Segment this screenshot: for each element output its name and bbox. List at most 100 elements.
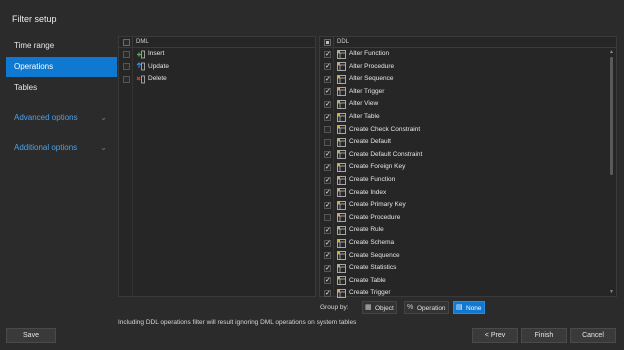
- ddl-item-checkbox[interactable]: [324, 126, 331, 134]
- ddl-item-label: Alter Sequence: [349, 75, 394, 83]
- function-icon: [337, 175, 346, 185]
- ddl-scrollbar[interactable]: ▲ ▼: [607, 48, 616, 296]
- alter-procedure-icon: [337, 62, 346, 71]
- ddl-list-item[interactable]: Create Procedure: [320, 212, 616, 225]
- table-icon: [337, 276, 346, 286]
- alter-sequence-icon: [337, 74, 346, 84]
- ddl-list-item[interactable]: Alter Trigger: [320, 86, 616, 99]
- group-by-operation-button[interactable]: % Operation: [404, 301, 449, 314]
- dml-item-checkbox[interactable]: [123, 63, 130, 71]
- delete-icon: [136, 75, 145, 84]
- dml-header: DML: [119, 37, 315, 48]
- dml-select-all-checkbox[interactable]: [123, 39, 130, 46]
- ddl-item-checkbox[interactable]: [324, 226, 331, 234]
- sidebar-item-time-range[interactable]: Time range: [6, 36, 117, 56]
- ddl-item-checkbox[interactable]: [324, 113, 331, 121]
- rule-icon: [337, 225, 346, 235]
- ddl-item-checkbox[interactable]: [324, 138, 331, 146]
- ddl-item-checkbox[interactable]: [324, 75, 331, 83]
- ddl-item-label: Create Foreign Key: [349, 163, 406, 171]
- ddl-item-checkbox[interactable]: [324, 100, 331, 108]
- foreign-key-icon: [337, 162, 346, 172]
- ddl-item-checkbox[interactable]: [324, 264, 331, 272]
- procedure-icon: [337, 213, 346, 223]
- ddl-list-item[interactable]: Create Index: [320, 187, 616, 200]
- finish-button[interactable]: Finish: [521, 328, 567, 343]
- additional-options-section[interactable]: Additional options ⌄: [6, 138, 117, 158]
- scroll-down-icon[interactable]: ▼: [607, 288, 616, 296]
- ddl-item-label: Create Function: [349, 176, 396, 183]
- ddl-list-item[interactable]: Create Check Constraint: [320, 124, 616, 137]
- ddl-item-checkbox[interactable]: [324, 276, 331, 285]
- chevron-down-icon: ⌄: [100, 113, 107, 122]
- ddl-item-checkbox[interactable]: [324, 251, 331, 260]
- ddl-list-item[interactable]: Create Function: [320, 174, 616, 187]
- dml-item-label: Delete: [148, 75, 167, 83]
- scroll-thumb[interactable]: [610, 57, 613, 175]
- alter-table-icon: [337, 112, 346, 122]
- ddl-item-checkbox[interactable]: [324, 289, 331, 297]
- ddl-list-item[interactable]: Create Default Constraint: [320, 149, 616, 162]
- sequence-icon: [337, 251, 346, 260]
- ddl-list-item[interactable]: Create Schema: [320, 237, 616, 250]
- ddl-item-checkbox[interactable]: [324, 201, 331, 209]
- ddl-list-item[interactable]: Alter Table: [320, 111, 616, 124]
- ddl-list-item[interactable]: Alter Procedure: [320, 61, 616, 74]
- sidebar-item-operations[interactable]: Operations: [6, 57, 117, 77]
- operation-icon: %: [407, 304, 414, 311]
- ddl-item-checkbox[interactable]: [324, 239, 331, 247]
- ddl-item-checkbox[interactable]: [324, 50, 331, 58]
- ddl-item-checkbox[interactable]: [324, 150, 331, 159]
- group-by-none-button[interactable]: ▤ None: [453, 301, 485, 314]
- default-icon: [337, 137, 346, 147]
- advanced-options-label: Advanced options: [14, 113, 78, 122]
- ddl-list-item[interactable]: Create Primary Key: [320, 199, 616, 212]
- ddl-list-item[interactable]: Create Rule: [320, 224, 616, 237]
- ddl-item-label: Create Rule: [349, 226, 384, 234]
- ddl-list-item[interactable]: Alter Sequence: [320, 73, 616, 86]
- ddl-item-checkbox[interactable]: [324, 188, 331, 197]
- save-button[interactable]: Save: [6, 328, 56, 343]
- none-icon: ▤: [456, 304, 463, 311]
- ddl-item-label: Create Procedure: [349, 213, 401, 221]
- ddl-list-item[interactable]: Create Statistics: [320, 262, 616, 275]
- ddl-list-item[interactable]: Create Sequence: [320, 250, 616, 263]
- primary-key-icon: [337, 200, 346, 210]
- ddl-item-label: Create Table: [349, 276, 386, 284]
- ddl-item-checkbox[interactable]: [324, 62, 331, 71]
- group-by-object-button[interactable]: ▦ Object: [362, 301, 397, 314]
- statistics-icon: [337, 263, 346, 273]
- ddl-item-checkbox[interactable]: [324, 163, 331, 171]
- dml-item-checkbox[interactable]: [123, 75, 130, 83]
- sidebar-item-tables[interactable]: Tables: [6, 78, 117, 98]
- ddl-item-checkbox[interactable]: [324, 87, 331, 96]
- scroll-up-icon[interactable]: ▲: [607, 48, 616, 56]
- index-icon: [337, 188, 346, 197]
- alter-function-icon: [337, 49, 346, 59]
- insert-icon: [136, 50, 145, 59]
- ddl-list-item[interactable]: Create Foreign Key: [320, 161, 616, 174]
- ddl-item-label: Create Statistics: [349, 264, 397, 272]
- dml-item-checkbox[interactable]: [123, 50, 130, 58]
- ddl-list-item[interactable]: Create Default: [320, 136, 616, 149]
- ddl-item-label: Alter View: [349, 100, 379, 108]
- ddl-item-checkbox[interactable]: [324, 176, 331, 184]
- sidebar: Time range Operations Tables Advanced op…: [6, 36, 117, 158]
- dml-list-item[interactable]: Insert: [119, 48, 315, 61]
- ddl-list-item[interactable]: Alter View: [320, 98, 616, 111]
- ddl-item-checkbox[interactable]: [324, 214, 331, 222]
- schema-icon: [337, 238, 346, 248]
- ddl-item-label: Create Check Constraint: [349, 125, 421, 133]
- dml-list-item[interactable]: Update: [119, 61, 315, 74]
- dml-list-item[interactable]: Delete: [119, 73, 315, 86]
- window-title: Filter setup: [12, 14, 57, 24]
- advanced-options-section[interactable]: Advanced options ⌄: [6, 108, 117, 128]
- ddl-list-item[interactable]: Alter Function: [320, 48, 616, 61]
- ddl-header-label: DDL: [337, 39, 350, 45]
- ddl-list-item[interactable]: Create Table: [320, 275, 616, 288]
- additional-options-label: Additional options: [14, 143, 78, 152]
- ddl-list-item[interactable]: Create Trigger: [320, 287, 616, 300]
- ddl-select-all-checkbox[interactable]: [324, 39, 331, 46]
- cancel-button[interactable]: Cancel: [570, 328, 616, 343]
- prev-button[interactable]: < Prev: [472, 328, 518, 343]
